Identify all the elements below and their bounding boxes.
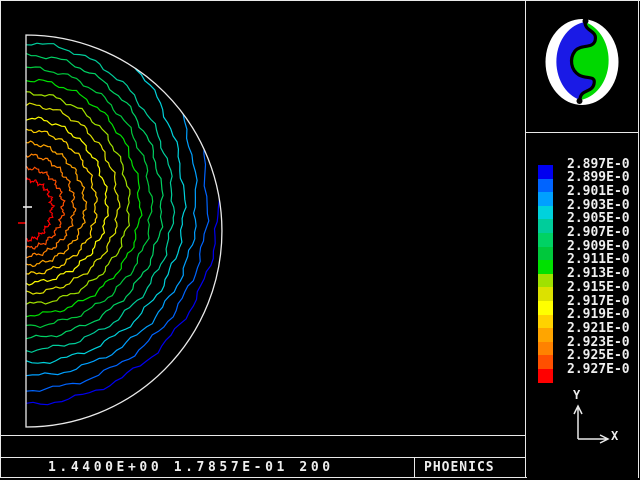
contour-line [26,80,142,317]
contour-line [26,154,76,258]
legend-color-swatch [538,342,553,356]
legend-value-label: 2.899E-0 [567,171,639,184]
axis-indicator [560,395,630,450]
legend-color-swatch [538,274,553,288]
y-axis-label: Y [573,389,580,401]
contour-plot [1,1,525,435]
legend-value-label: 2.927E-0 [567,363,639,376]
phoenics-brand-label: PHOENICS [424,461,495,475]
legend-color-swatch [538,355,553,369]
legend-color-swatch [538,287,553,301]
status-bar: 1.4400E+00 1.7857E-01 200 PHOENICS [1,458,525,477]
legend-value-label: 2.901E-0 [567,185,639,198]
x-axis-label: X [611,430,618,442]
legend-color-swatch [538,247,553,261]
legend-value-label: 2.925E-0 [567,349,639,362]
logo-top-notch [583,18,589,24]
legend-value-label: 2.913E-0 [567,267,639,280]
legend-color-swatch [538,192,553,206]
legend-value-label: 2.919E-0 [567,308,639,321]
legend-value-label: 2.903E-0 [567,199,639,212]
legend-value-label: 2.911E-0 [567,253,639,266]
legend-color-swatch [538,301,553,315]
legend-value-label: 2.915E-0 [567,281,639,294]
legend-color-swatch [538,179,553,193]
legend-value-label: 2.923E-0 [567,336,639,349]
legend-color-swatch [538,165,553,179]
legend-color-swatch [538,328,553,342]
x-axis-arrow [578,435,608,443]
cham-logo [544,17,620,107]
contour-line [26,1,220,405]
contour-line [26,67,153,328]
legend-color-swatch [538,315,553,329]
legend-value-label: 2.905E-0 [567,212,639,225]
legend-color-swatch [538,219,553,233]
spacer-bar [1,436,525,457]
logo-bottom-notch [577,98,583,104]
contour-lines-group [26,1,220,405]
y-axis-arrow [574,406,582,439]
legend-color-swatch [538,369,553,383]
legend-value-label: 2.921E-0 [567,322,639,335]
status-values-text: 1.4400E+00 1.7857E-01 200 [48,461,334,475]
legend-color-swatch [538,206,553,220]
panel-divider-line [525,0,526,478]
contour-line [26,178,54,241]
contour-line [26,92,130,305]
legend-color-swatch [538,233,553,247]
frame-bottom-line [0,477,527,478]
legend-value-label: 2.917E-0 [567,295,639,308]
legend-value-label: 2.907E-0 [567,226,639,239]
phoenics-photon-screen: 2.897E-02.899E-02.901E-02.903E-02.905E-0… [0,0,640,480]
legend-value-label: 2.897E-0 [567,158,639,171]
domain-boundary-outline [26,35,222,427]
legend-value-label: 2.909E-0 [567,240,639,253]
logo-box-divider [526,132,639,133]
legend-color-swatch [538,260,553,274]
